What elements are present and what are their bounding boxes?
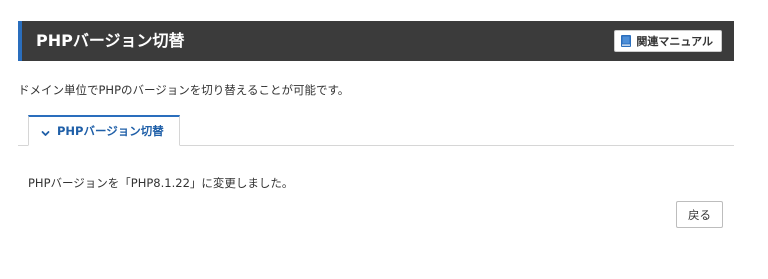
related-manual-label: 関連マニュアル: [636, 35, 713, 48]
page-title: PHPバージョン切替: [36, 31, 185, 50]
result-message: PHPバージョンを「PHP8.1.22」に変更しました。: [28, 176, 294, 190]
tab-php-version-switch[interactable]: PHPバージョン切替: [28, 115, 180, 146]
back-button[interactable]: 戻る: [676, 201, 723, 228]
page-header: PHPバージョン切替 関連マニュアル: [18, 21, 734, 61]
book-icon: [621, 35, 632, 47]
page-description: ドメイン単位でPHPのバージョンを切り替えることが可能です。: [18, 83, 350, 97]
page: PHPバージョン切替 関連マニュアル ドメイン単位でPHPのバージョンを切り替え…: [0, 0, 768, 279]
chevron-down-icon: [41, 127, 50, 136]
tab-label: PHPバージョン切替: [57, 124, 164, 138]
related-manual-button[interactable]: 関連マニュアル: [614, 30, 722, 52]
